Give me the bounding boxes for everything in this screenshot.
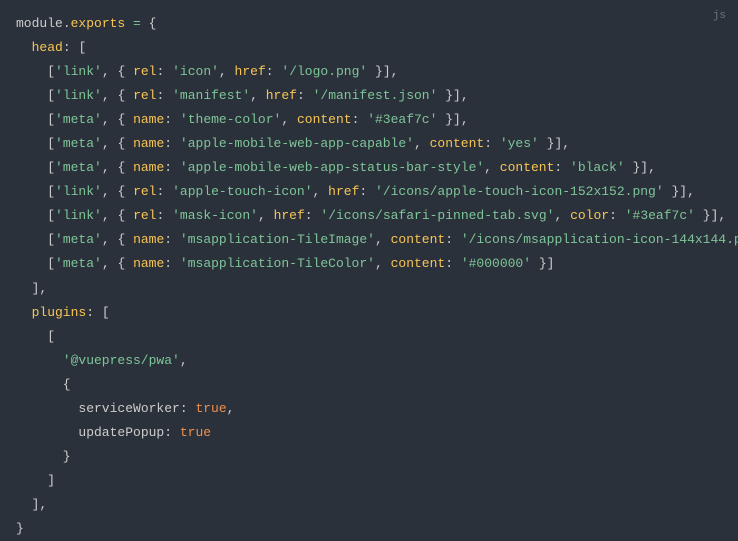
code-line: ['meta', { name: 'apple-mobile-web-app-c… [16,132,722,156]
vuepress-pwa-string: '@vuepress/pwa' [63,353,180,368]
string: 'link' [55,64,102,79]
serviceworker-prop: serviceWorker [78,401,179,416]
code-line: { [16,373,722,397]
code-line: } [16,445,722,469]
updatepopup-prop: updatePopup [78,425,164,440]
colon-punct: : [63,40,71,55]
code-line: ['link', { rel: 'apple-touch-icon', href… [16,180,722,204]
code-line: '@vuepress/pwa', [16,349,722,373]
code-line: ['meta', { name: 'theme-color', content:… [16,108,722,132]
code-line: head: [ [16,36,722,60]
code-line: ['meta', { name: 'msapplication-TileImag… [16,228,722,252]
href-key: href [235,64,266,79]
module-text: module [16,16,63,31]
code-line: ['link', { rel: 'manifest', href: '/mani… [16,84,722,108]
lbracket-punct: [ [78,40,86,55]
content-key: content [297,112,352,127]
rel-key: rel [133,64,156,79]
code-line: updatePopup: true [16,421,722,445]
bool-true: true [195,401,226,416]
code-line: plugins: [ [16,301,722,325]
plugins-key: plugins [32,305,87,320]
language-label: js [713,6,726,26]
equals-op: = [125,16,148,31]
code-line: ['link', { rel: 'icon', href: '/logo.png… [16,60,722,84]
code-line: serviceWorker: true, [16,397,722,421]
exports-key: exports [71,16,126,31]
code-line: } [16,517,722,541]
code-line: ] [16,469,722,493]
code-line: ['meta', { name: 'msapplication-TileColo… [16,252,722,276]
name-key: name [133,112,164,127]
dot-punct: . [63,16,71,31]
code-line: ['link', { rel: 'mask-icon', href: '/ico… [16,204,722,228]
code-line: [ [16,325,722,349]
head-key: head [32,40,63,55]
lbrace-punct: { [149,16,157,31]
code-line: ], [16,493,722,517]
code-line: ], [16,277,722,301]
code-line: ['meta', { name: 'apple-mobile-web-app-s… [16,156,722,180]
code-block: module.exports = {head: [['link', { rel:… [16,12,722,541]
color-key: color [570,208,609,223]
code-line: module.exports = { [16,12,722,36]
